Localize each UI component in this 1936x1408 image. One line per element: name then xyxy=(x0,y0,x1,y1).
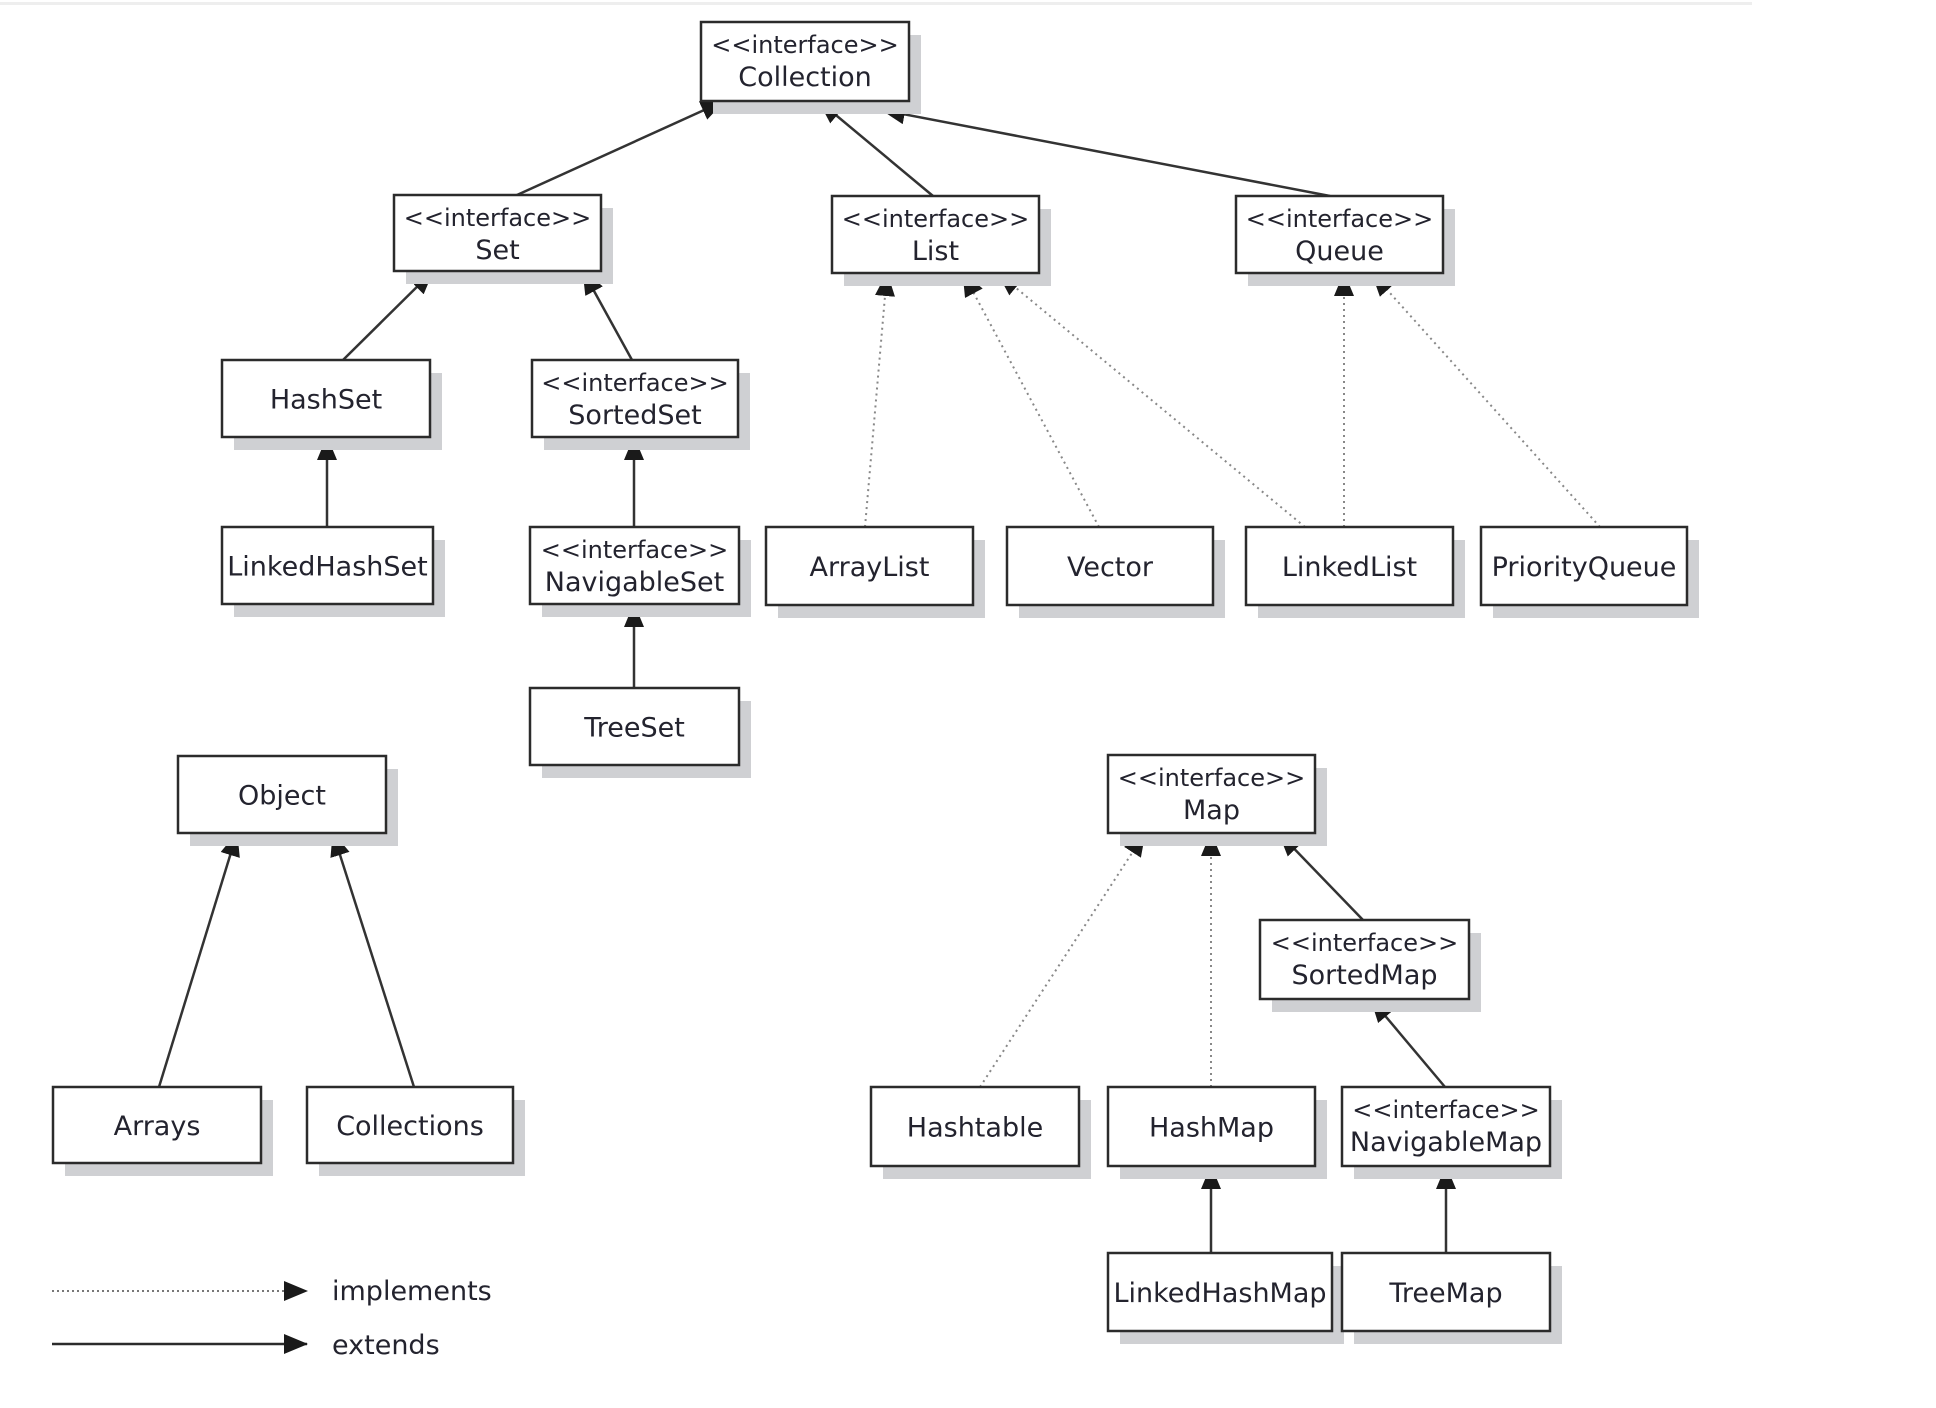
node-label: Object xyxy=(238,781,326,812)
node-stereotype: <<interface>> xyxy=(1271,929,1458,957)
node-label: Set xyxy=(475,235,519,266)
edge-implements-hashtable-to-map xyxy=(979,832,1146,1088)
node-stereotype: <<interface>> xyxy=(1246,205,1433,233)
node-label: SortedSet xyxy=(568,400,701,431)
node-stereotype: <<interface>> xyxy=(404,204,591,232)
node-stereotype: <<interface>> xyxy=(541,536,728,564)
node-stereotype: <<interface>> xyxy=(1118,764,1305,792)
node-hashmap: HashMap xyxy=(1106,1085,1327,1179)
edge-extends-collections-to-object xyxy=(330,832,416,1088)
node-label: LinkedList xyxy=(1282,552,1417,583)
legend-implements-label: implements xyxy=(332,1276,492,1307)
node-collections: Collections xyxy=(305,1085,525,1176)
node-priorityqueue: PriorityQueue xyxy=(1479,525,1699,618)
node-label: Hashtable xyxy=(907,1113,1043,1144)
node-stereotype: <<interface>> xyxy=(1352,1096,1539,1124)
node-label: HashSet xyxy=(270,385,382,416)
node-collection: <<interface>> Collection xyxy=(699,20,921,114)
edge-extends-sortedmap-to-map xyxy=(1278,832,1364,921)
edge-implements-arraylist-to-list xyxy=(864,272,895,528)
node-linkedhashset: LinkedHashSet xyxy=(220,525,445,617)
node-label: TreeMap xyxy=(1388,1278,1502,1309)
node-label: Queue xyxy=(1295,236,1384,267)
node-hashtable: Hashtable xyxy=(869,1085,1091,1179)
node-sortedset: <<interface>> SortedSet xyxy=(530,358,750,450)
edge-extends-hashset-to-set xyxy=(342,270,434,361)
node-arraylist: ArrayList xyxy=(764,525,985,618)
node-label: PriorityQueue xyxy=(1492,552,1677,583)
node-vector: Vector xyxy=(1005,525,1225,618)
class-hierarchy-diagram: <<interface>>Collection<<interface>>Set<… xyxy=(51,20,1699,1361)
edge-extends-sortedset-to-set xyxy=(581,270,634,361)
legend-extends-label: extends xyxy=(332,1330,440,1361)
node-label: LinkedHashMap xyxy=(1113,1278,1326,1309)
node-list: <<interface>> List xyxy=(830,194,1051,286)
edge-extends-set-to-collection xyxy=(516,99,725,197)
node-label: Map xyxy=(1183,795,1240,826)
node-label: List xyxy=(912,236,959,267)
node-treeset: TreeSet xyxy=(528,686,751,778)
node-label: Vector xyxy=(1067,552,1154,583)
edge-extends-arrays-to-object xyxy=(157,832,240,1088)
node-linkedlist: LinkedList xyxy=(1244,525,1465,618)
node-label: Collection xyxy=(738,62,872,93)
edge-implements-priorityqueue-to-queue xyxy=(1371,272,1601,528)
node-sortedmap: <<interface>> SortedMap xyxy=(1258,918,1481,1012)
node-arrays: Arrays xyxy=(51,1085,273,1176)
node-label: NavigableSet xyxy=(545,567,725,598)
node-label: ArrayList xyxy=(810,552,930,583)
node-label: LinkedHashSet xyxy=(227,552,427,583)
node-hashset: HashSet xyxy=(220,358,442,450)
node-navigableset: <<interface>> NavigableSet xyxy=(528,525,751,617)
node-stereotype: <<interface>> xyxy=(842,205,1029,233)
node-label: NavigableMap xyxy=(1350,1127,1542,1158)
node-stereotype: <<interface>> xyxy=(711,31,898,59)
node-queue: <<interface>> Queue xyxy=(1234,194,1455,286)
node-label: SortedMap xyxy=(1291,960,1437,991)
edge-implements-linkedlist-to-list xyxy=(997,272,1306,528)
nodes-layer: <<interface>>Collection<<interface>>Set<… xyxy=(51,20,1699,1344)
legend: implements extends xyxy=(52,1276,492,1361)
node-linkedhashmap: LinkedHashMap xyxy=(1106,1251,1344,1344)
node-navigablemap: <<interface>> NavigableMap xyxy=(1340,1085,1562,1179)
node-treemap: TreeMap xyxy=(1340,1251,1562,1344)
node-label: TreeSet xyxy=(583,713,685,744)
edge-implements-vector-to-list xyxy=(962,272,1100,528)
edge-extends-queue-to-collection xyxy=(881,104,1331,198)
node-label: Arrays xyxy=(114,1111,201,1142)
edge-extends-navigablemap-to-sortedmap xyxy=(1370,998,1446,1088)
node-label: Collections xyxy=(336,1111,484,1142)
node-object: Object xyxy=(176,754,398,846)
node-set: <<interface>> Set xyxy=(392,193,613,284)
node-stereotype: <<interface>> xyxy=(541,369,728,397)
node-label: HashMap xyxy=(1149,1113,1274,1144)
node-map: <<interface>> Map xyxy=(1106,753,1327,846)
